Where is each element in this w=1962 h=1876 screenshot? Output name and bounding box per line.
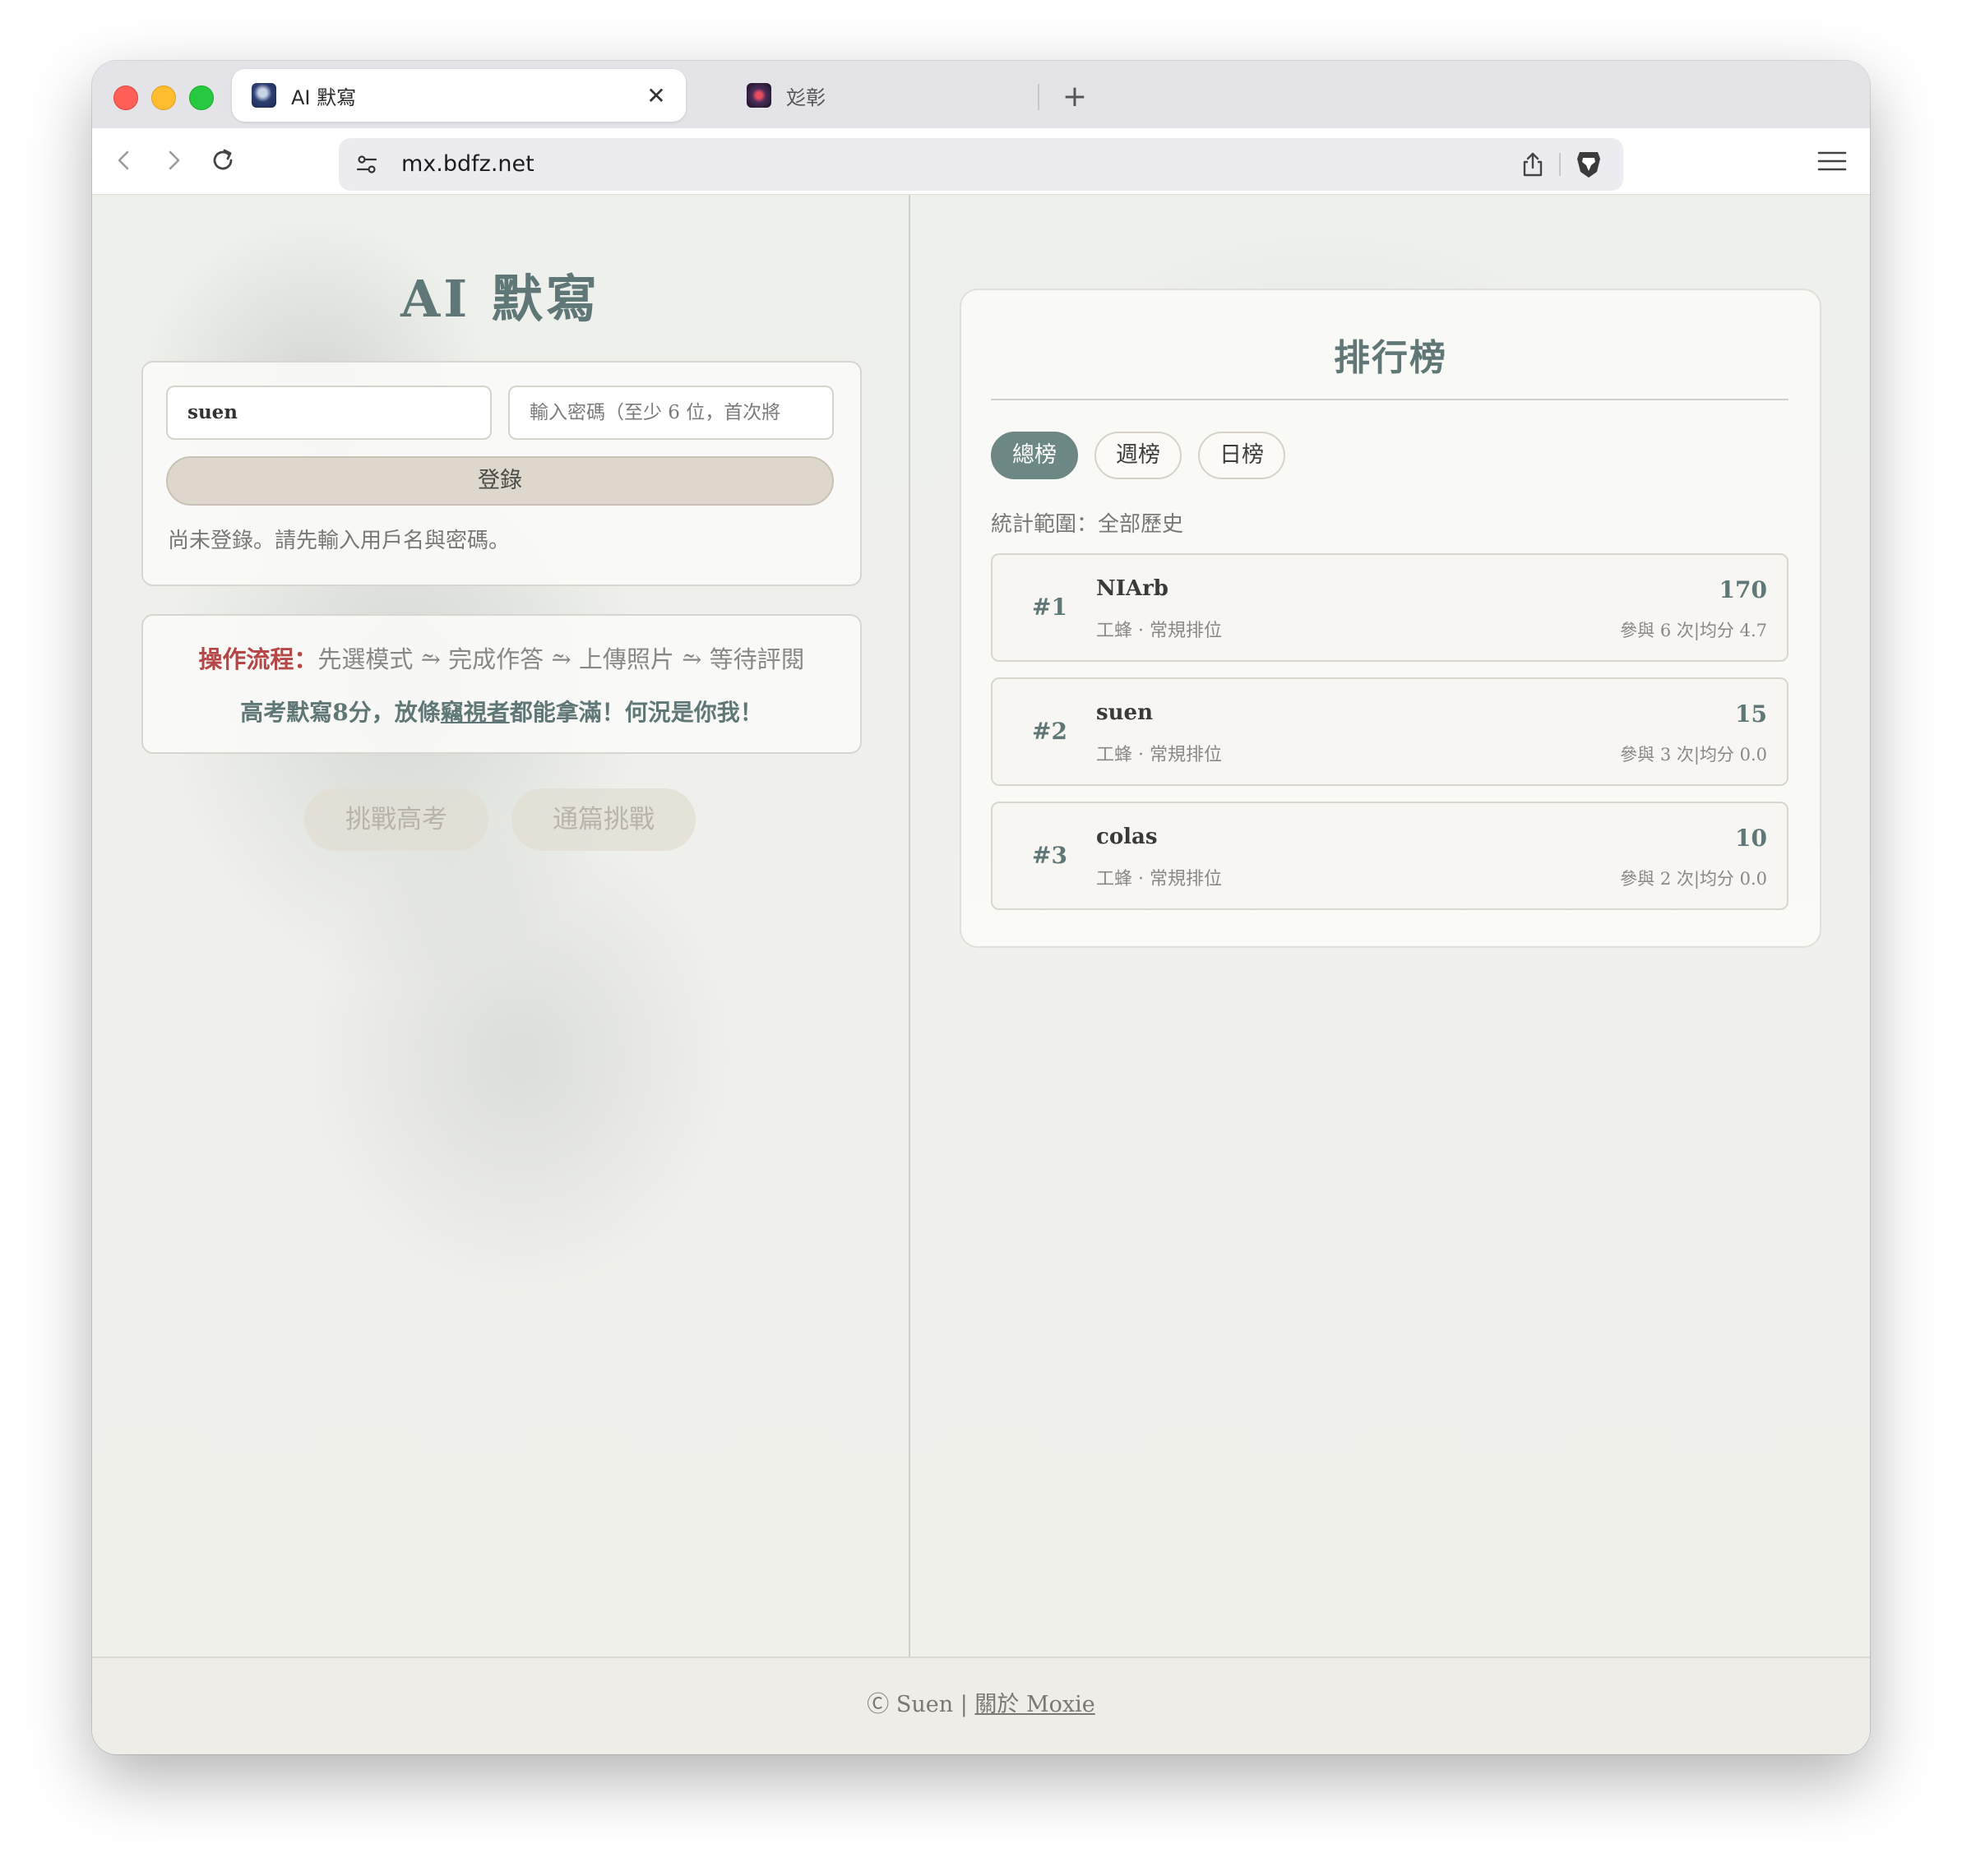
player-name: suen — [1096, 700, 1153, 725]
player-meta: 工蜂 · 常規排位 — [1096, 745, 1222, 765]
leaderboard-row[interactable]: #1 NIArb 工蜂 · 常規排位 170 參與 6 次|均分 4.7 — [991, 553, 1788, 662]
player-stats: 參與 3 次|均分 0.0 — [1620, 745, 1767, 765]
workflow-steps: 先選模式 ⥲ 完成作答 ⥲ 上傳照片 ⥲ 等待評閱 — [317, 645, 805, 673]
hamburger-menu-icon — [1817, 151, 1847, 171]
login-status-text: 尚未登錄。請先輸入用戶名與密碼。 — [168, 529, 511, 553]
player-stats: 參與 6 次|均分 4.7 — [1620, 621, 1767, 640]
leaderboard-divider — [991, 399, 1788, 400]
app-title: AI 默寫 — [400, 269, 600, 329]
footer-separator: | — [960, 1692, 968, 1717]
tab-title: AI 默寫 — [291, 85, 357, 109]
minimize-window-button[interactable] — [151, 85, 176, 110]
tab-daily[interactable]: 日榜 — [1198, 432, 1285, 479]
player-stats: 參與 2 次|均分 0.0 — [1620, 869, 1767, 889]
player-score: 15 — [1735, 700, 1767, 728]
challenge-gaokao-button[interactable]: 挑戰高考 — [304, 788, 488, 851]
player-name: colas — [1096, 825, 1158, 849]
zoom-window-button[interactable] — [189, 85, 214, 110]
tab-weekly[interactable]: 週榜 — [1094, 432, 1182, 479]
url-text[interactable]: mx.bdfz.net — [401, 138, 534, 191]
slogan: 高考默寫8分，放條竊視者都能拿滿！何況是你我！ — [143, 695, 860, 728]
browser-window: AI 默寫 ✕ 彣彰 + mx.bdfz.net AI 默寫 suen 輸入密碼… — [92, 61, 1870, 1754]
login-card: suen 輸入密碼（至少 6 位，首次將 登錄 尚未登錄。請先輸入用戶名與密碼。 — [141, 361, 862, 586]
address-bar[interactable]: mx.bdfz.net — [339, 138, 1623, 191]
rank: #3 — [1032, 842, 1067, 869]
footer-text: Ⓒ Suen | 關於 Moxie — [92, 1686, 1870, 1718]
page-content: AI 默寫 suen 輸入密碼（至少 6 位，首次將 登錄 尚未登錄。請先輸入用… — [92, 195, 1870, 1657]
tab-wenzhang[interactable]: 彣彰 — [648, 69, 993, 122]
menu-button[interactable] — [1814, 143, 1850, 179]
leaderboard-row[interactable]: #3 colas 工蜂 · 常規排位 10 參與 2 次|均分 0.0 — [991, 802, 1788, 910]
tab-title: 彣彰 — [786, 85, 826, 109]
workflow-label: 操作流程： — [198, 645, 318, 673]
tab-divider — [1038, 84, 1039, 110]
tab-strip: AI 默寫 ✕ 彣彰 + — [92, 61, 1870, 128]
player-score: 170 — [1719, 576, 1767, 603]
leaderboard-title: 排行榜 — [1334, 337, 1447, 379]
new-tab-button[interactable]: + — [1056, 77, 1094, 115]
toolbar-separator — [1559, 153, 1561, 176]
back-button[interactable] — [105, 141, 143, 179]
app-favicon-icon — [252, 83, 276, 108]
slogan-link[interactable]: 竊視者 — [441, 699, 510, 726]
chevron-right-icon — [169, 150, 180, 170]
browser-toolbar: mx.bdfz.net — [92, 128, 1870, 195]
player-name: NIArb — [1096, 576, 1168, 601]
leaderboard-scope: 統計範圍：全部歷史 — [991, 512, 1184, 537]
column-divider — [909, 195, 910, 1657]
workflow-line: 操作流程：先選模式 ⥲ 完成作答 ⥲ 上傳照片 ⥲ 等待評閱 — [143, 640, 860, 675]
about-link[interactable]: 關於 Moxie — [974, 1692, 1094, 1717]
tab-overall[interactable]: 總榜 — [991, 432, 1078, 479]
site-settings-icon[interactable] — [352, 150, 382, 179]
rank: #1 — [1032, 594, 1067, 621]
reload-button[interactable] — [204, 141, 242, 179]
reload-icon — [213, 149, 233, 170]
rank: #2 — [1032, 718, 1067, 745]
brave-shield-icon[interactable] — [1572, 148, 1605, 181]
password-input[interactable]: 輸入密碼（至少 6 位，首次將 — [508, 386, 834, 440]
player-meta: 工蜂 · 常規排位 — [1096, 869, 1222, 889]
slogan-suffix: 都能拿滿！何況是你我！ — [509, 699, 763, 726]
player-meta: 工蜂 · 常規排位 — [1096, 621, 1222, 641]
tab-ai-moxie[interactable]: AI 默寫 ✕ — [232, 69, 686, 122]
chevron-left-icon — [118, 150, 129, 170]
player-score: 10 — [1735, 825, 1767, 852]
share-icon[interactable] — [1518, 150, 1548, 179]
slogan-prefix: 高考默寫8分，放條 — [240, 699, 441, 726]
full-text-challenge-button[interactable]: 通篇挑戰 — [511, 788, 696, 851]
forward-button[interactable] — [155, 141, 192, 179]
copyright-text: Ⓒ Suen — [867, 1692, 954, 1717]
login-button[interactable]: 登錄 — [166, 456, 834, 506]
leaderboard-row[interactable]: #2 suen 工蜂 · 常規排位 15 參與 3 次|均分 0.0 — [991, 677, 1788, 786]
close-window-button[interactable] — [113, 85, 138, 110]
workflow-card: 操作流程：先選模式 ⥲ 完成作答 ⥲ 上傳照片 ⥲ 等待評閱 高考默寫8分，放條… — [141, 614, 862, 754]
page-footer: Ⓒ Suen | 關於 Moxie — [92, 1657, 1870, 1754]
site-favicon-icon — [747, 83, 771, 108]
leaderboard-card: 排行榜 總榜 週榜 日榜 統計範圍：全部歷史 #1 NIArb 工蜂 · 常規排… — [960, 289, 1821, 948]
username-input[interactable]: suen — [166, 386, 492, 440]
